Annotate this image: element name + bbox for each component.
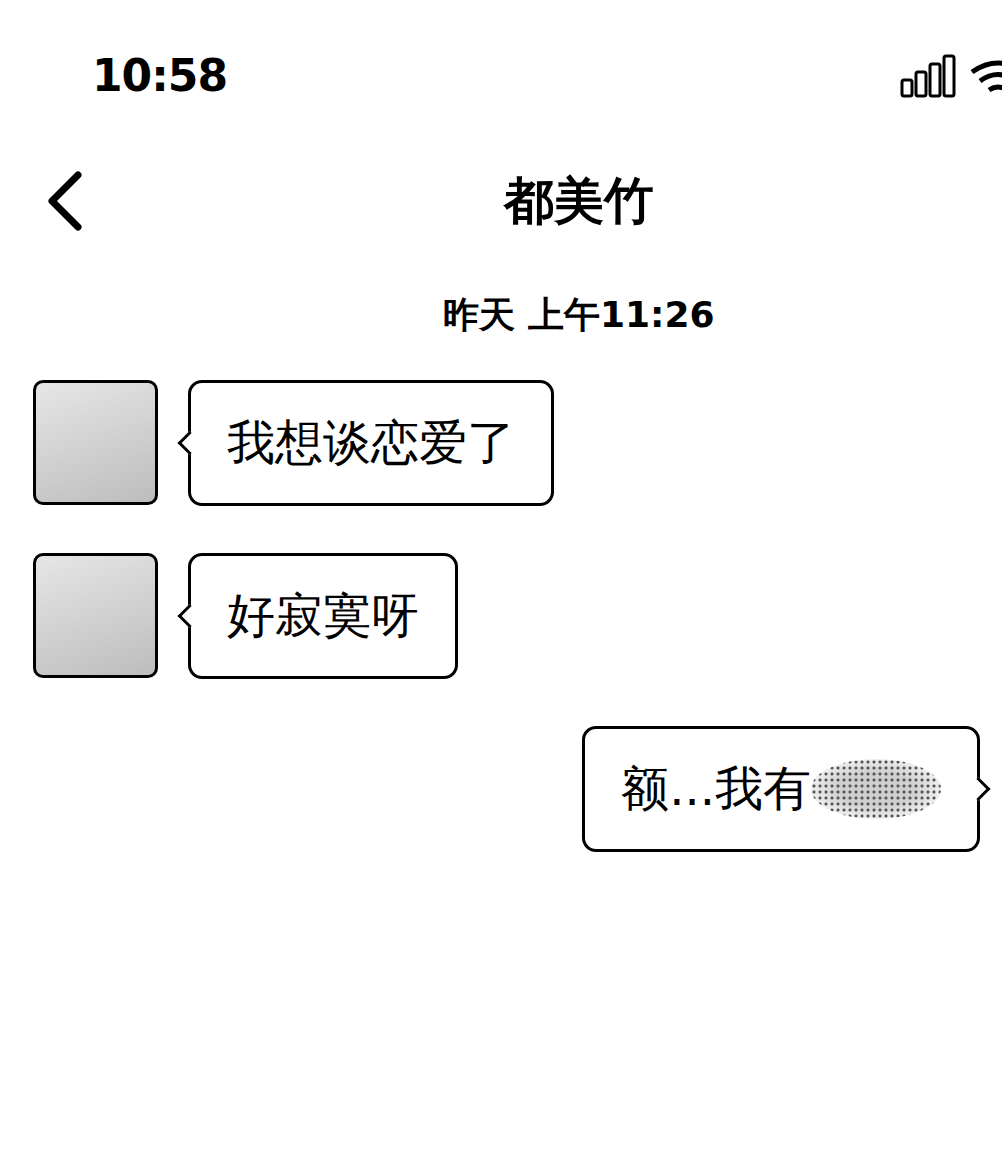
status-bar: 10:58	[0, 0, 1008, 101]
message-bubble[interactable]: 我想谈恋爱了	[188, 380, 554, 506]
avatar[interactable]	[33, 380, 158, 505]
message-text: 我想谈恋爱了	[227, 411, 515, 475]
message-text: 好寂寞呀	[227, 584, 419, 648]
message-row: 我想谈恋爱了	[33, 380, 980, 506]
message-list: 我想谈恋爱了好寂寞呀额...我有	[0, 340, 1008, 852]
redaction-scribble	[811, 759, 941, 819]
chat-title: 都美竹	[354, 168, 654, 235]
wifi-icon	[968, 54, 1002, 98]
avatar[interactable]	[33, 553, 158, 678]
signal-icon	[900, 54, 958, 98]
message-text: 额...我有	[621, 757, 811, 821]
status-icons	[900, 54, 1002, 98]
back-arrow-icon[interactable]	[42, 169, 86, 233]
message-timestamp: 昨天 上午11:26	[0, 261, 1008, 340]
message-bubble[interactable]: 额...我有	[582, 726, 980, 852]
message-bubble[interactable]: 好寂寞呀	[188, 553, 458, 679]
message-row: 好寂寞呀	[33, 553, 980, 679]
chat-screen: 10:58都美竹昨天 上午11:26我想谈恋爱了好寂寞呀额...我有	[0, 0, 1008, 1152]
status-time: 10:58	[92, 50, 227, 101]
chat-header: 都美竹	[0, 141, 1008, 261]
message-row: 额...我有	[33, 726, 980, 852]
